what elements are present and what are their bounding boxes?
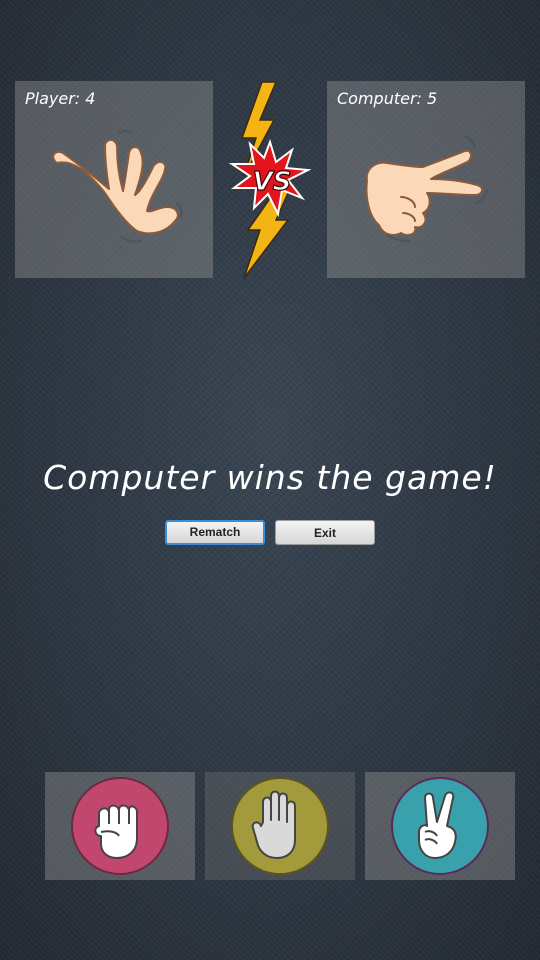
svg-text:VS: VS [253, 167, 292, 197]
rematch-button[interactable]: Rematch [165, 520, 265, 545]
rock-choice-button[interactable] [45, 772, 195, 880]
vs-icon: VS [228, 81, 312, 279]
peace-sign-icon [391, 777, 489, 875]
paper-hand-icon [52, 130, 183, 243]
open-palm-icon [231, 777, 329, 875]
fist-icon [71, 777, 169, 875]
player-panel: Player: 4 [15, 81, 213, 278]
result-message: Computer wins the game! [43, 458, 497, 497]
exit-button[interactable]: Exit [275, 520, 375, 545]
scissors-hand-icon [365, 136, 488, 242]
computer-panel: Computer: 5 [327, 81, 525, 278]
scissors-choice-button[interactable] [365, 772, 515, 880]
paper-choice-button[interactable] [205, 772, 355, 880]
